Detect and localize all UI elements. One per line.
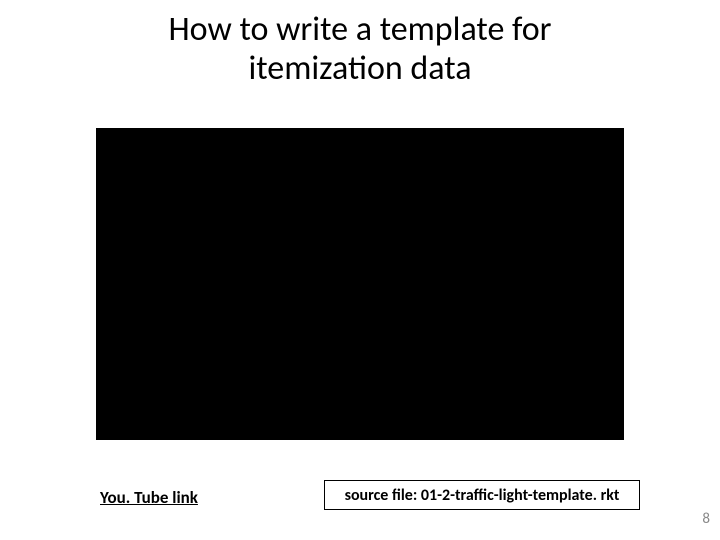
source-file-box: source file: 01-2-traffic-light-template…: [324, 480, 640, 510]
youtube-link[interactable]: You. Tube link: [100, 487, 198, 508]
video-placeholder[interactable]: [96, 128, 624, 440]
slide-title: How to write a template for itemization …: [0, 10, 720, 88]
page-number: 8: [702, 510, 710, 528]
